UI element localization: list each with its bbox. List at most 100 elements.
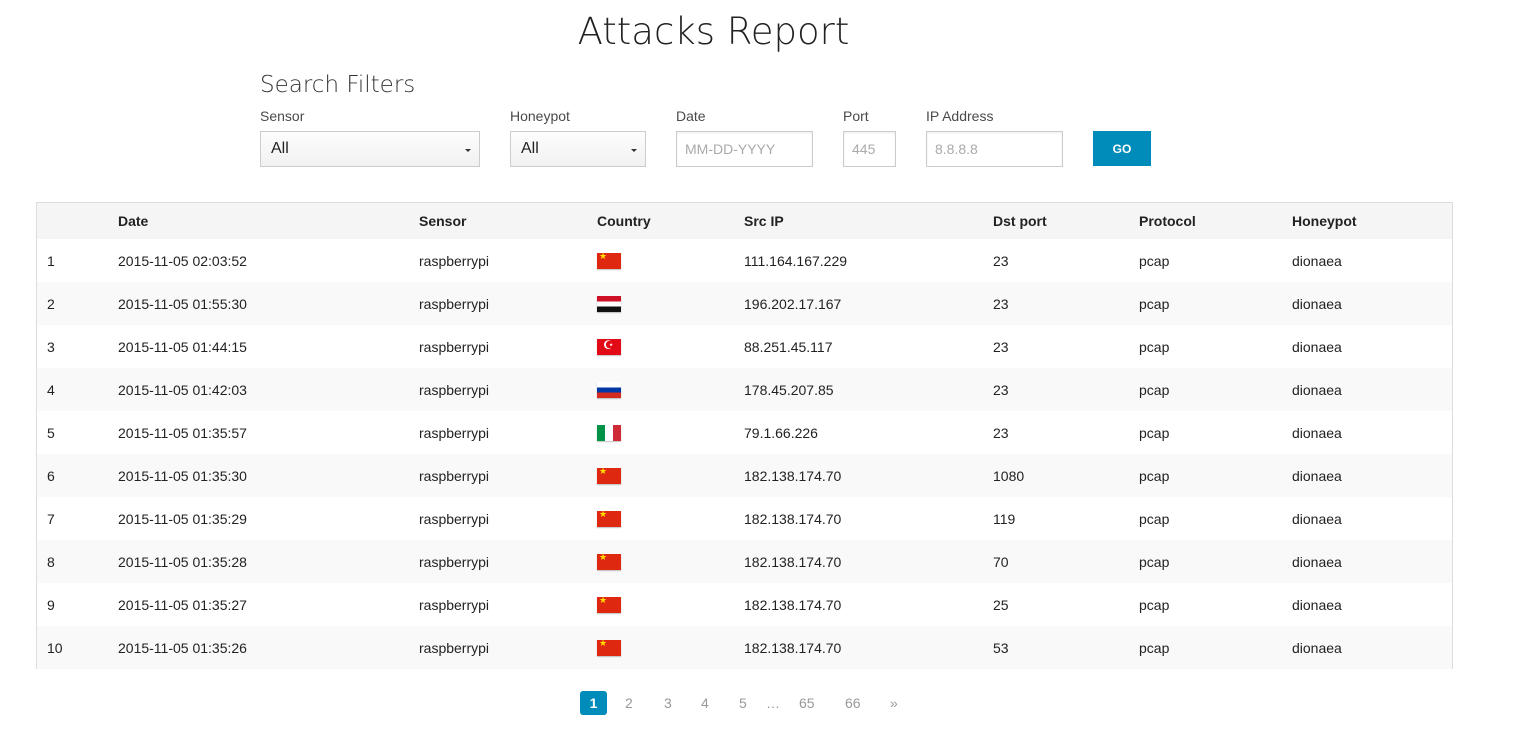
row-index-cell: 7 [47, 510, 55, 527]
table-row: 1 2015-11-05 02:03:52 raspberrypi 111.164.1… [37, 239, 1452, 282]
sensor-cell: raspberrypi [419, 510, 490, 527]
src-ip-cell: 178.45.207.85 [744, 381, 834, 398]
page-link-66[interactable]: 66 [845, 691, 861, 715]
honeypot-cell: dionaea [1292, 338, 1342, 355]
table-row: 5 2015-11-05 01:35:57 raspberrypi 79.1.66.2… [37, 411, 1452, 454]
column-header-sensor: Sensor [419, 213, 467, 229]
flag-cn-icon [597, 509, 621, 528]
honeypot-label: Honeypot [510, 108, 570, 124]
sensor-cell: raspberrypi [419, 596, 490, 613]
dst-port-cell: 25 [993, 596, 1009, 613]
honeypot-select[interactable]: All [510, 131, 646, 167]
page-link-4[interactable]: 4 [701, 691, 709, 715]
dst-port-cell: 119 [993, 510, 1016, 527]
protocol-cell: pcap [1139, 553, 1170, 570]
dst-port-cell: 23 [993, 381, 1009, 398]
flag-cn-icon [597, 552, 621, 571]
page-link-3[interactable]: 3 [664, 691, 672, 715]
go-button[interactable]: GO [1093, 131, 1151, 166]
row-index-cell: 4 [47, 381, 55, 398]
page-link-2[interactable]: 2 [625, 691, 633, 715]
honeypot-cell: dionaea [1292, 553, 1342, 570]
table-row: 8 2015-11-05 01:35:28 raspberrypi 182.138.1… [37, 540, 1452, 583]
dst-port-cell: 23 [993, 252, 1009, 269]
row-index-cell: 9 [47, 596, 55, 613]
page-link-5[interactable]: 5 [739, 691, 747, 715]
sensor-cell: raspberrypi [419, 639, 490, 656]
row-index-cell: 8 [47, 553, 55, 570]
column-header-honeypot: Honeypot [1292, 213, 1357, 229]
page-link-65[interactable]: 65 [799, 691, 815, 715]
ip-address-input[interactable] [926, 131, 1063, 167]
honeypot-cell: dionaea [1292, 295, 1342, 312]
column-header-country: Country [597, 213, 651, 229]
attacks-table: Date Sensor Country Src IP Dst port Prot… [36, 202, 1453, 669]
date-cell: 2015-11-05 01:35:29 [118, 510, 247, 527]
src-ip-cell: 79.1.66.226 [744, 424, 818, 441]
sensor-cell: raspberrypi [419, 553, 490, 570]
honeypot-cell: dionaea [1292, 252, 1342, 269]
country-cell [587, 239, 734, 282]
column-header-dst-port: Dst port [993, 213, 1047, 229]
table-row: 10 2015-11-05 01:35:26 raspberrypi 182.138.… [37, 626, 1452, 669]
country-cell [587, 325, 734, 368]
port-input[interactable] [843, 131, 896, 167]
next-page-link[interactable]: » [890, 691, 898, 715]
src-ip-cell: 182.138.174.70 [744, 553, 842, 570]
honeypot-cell: dionaea [1292, 510, 1342, 527]
honeypot-cell: dionaea [1292, 596, 1342, 613]
country-cell [587, 626, 734, 669]
date-label: Date [676, 108, 706, 124]
date-cell: 2015-11-05 01:35:27 [118, 596, 247, 613]
sensor-label: Sensor [260, 108, 305, 124]
page-1-current[interactable]: 1 [580, 691, 607, 715]
protocol-cell: pcap [1139, 510, 1170, 527]
flag-cn-icon [597, 638, 621, 657]
flag-it-icon [597, 425, 621, 442]
flag-ru-icon [597, 382, 621, 399]
country-cell [587, 368, 734, 411]
sensor-select[interactable]: All [260, 131, 480, 167]
date-input[interactable] [676, 131, 813, 167]
src-ip-cell: 88.251.45.117 [744, 338, 833, 355]
src-ip-cell: 182.138.174.70 [744, 639, 842, 656]
port-label: Port [843, 108, 869, 124]
country-cell [587, 282, 734, 325]
protocol-cell: pcap [1139, 467, 1170, 484]
column-header-index [37, 203, 108, 239]
table-row: 2 2015-11-05 01:55:30 raspberrypi 196.202.1… [37, 282, 1452, 325]
protocol-cell: pcap [1139, 338, 1170, 355]
flag-cn-icon [597, 595, 621, 614]
row-index-cell: 5 [47, 424, 55, 441]
honeypot-select-value: All [521, 140, 539, 157]
row-index-cell: 6 [47, 467, 55, 484]
date-cell: 2015-11-05 01:44:15 [118, 338, 247, 355]
protocol-cell: pcap [1139, 596, 1170, 613]
honeypot-cell: dionaea [1292, 424, 1342, 441]
country-cell [587, 411, 734, 454]
column-header-date: Date [118, 213, 149, 229]
page-title: Attacks Report [577, 10, 850, 53]
date-cell: 2015-11-05 01:35:57 [118, 424, 247, 441]
chevron-down-icon [631, 149, 637, 152]
src-ip-cell: 196.202.17.167 [744, 295, 842, 312]
column-header-src-ip: Src IP [744, 213, 784, 229]
date-cell: 2015-11-05 01:35:26 [118, 639, 247, 656]
table-row: 9 2015-11-05 01:35:27 raspberrypi 182.138.1… [37, 583, 1452, 626]
date-cell: 2015-11-05 01:55:30 [118, 295, 247, 312]
protocol-cell: pcap [1139, 639, 1170, 656]
date-cell: 2015-11-05 01:35:28 [118, 553, 247, 570]
table-row: 7 2015-11-05 01:35:29 raspberrypi 182.138.1… [37, 497, 1452, 540]
dst-port-cell: 1080 [993, 467, 1025, 484]
src-ip-cell: 111.164.167.229 [744, 252, 848, 269]
country-cell [587, 540, 734, 583]
sensor-cell: raspberrypi [419, 424, 490, 441]
column-header-protocol: Protocol [1139, 213, 1196, 229]
honeypot-cell: dionaea [1292, 639, 1342, 656]
row-index-cell: 3 [47, 338, 55, 355]
src-ip-cell: 182.138.174.70 [744, 467, 842, 484]
flag-tr-icon [597, 338, 621, 356]
dst-port-cell: 70 [993, 553, 1009, 570]
protocol-cell: pcap [1139, 295, 1170, 312]
protocol-cell: pcap [1139, 424, 1170, 441]
